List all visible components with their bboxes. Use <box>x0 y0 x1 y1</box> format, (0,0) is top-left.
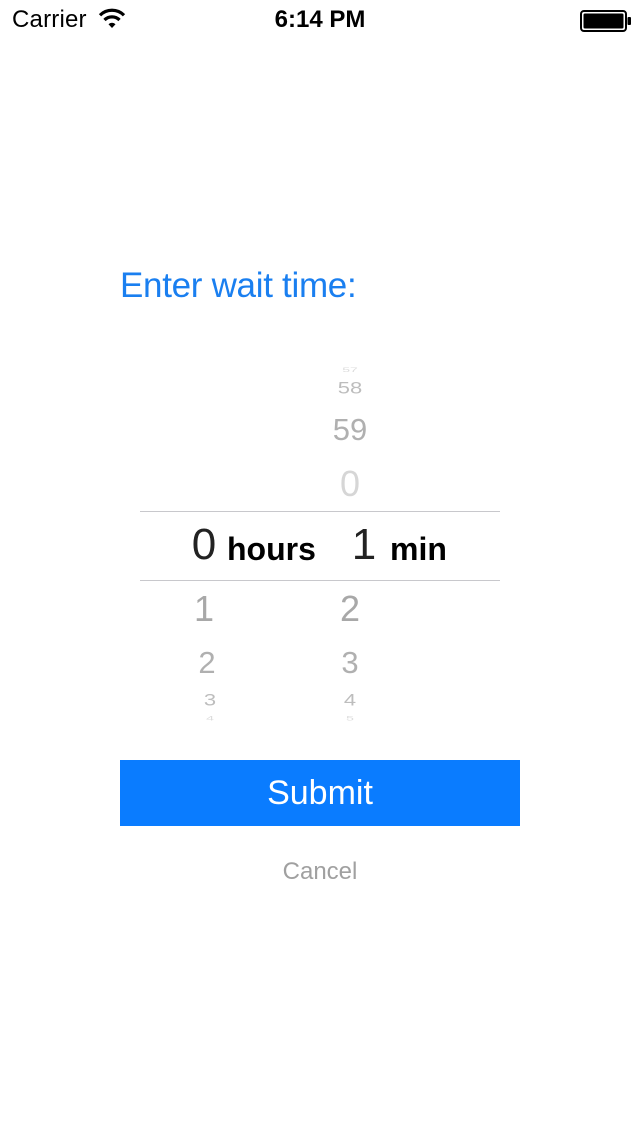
minute-option[interactable]: 4 <box>310 690 390 710</box>
minute-option[interactable]: 57 <box>310 366 390 373</box>
hours-unit-label: hours <box>227 531 316 567</box>
minute-option[interactable]: 2 <box>310 588 390 630</box>
wait-time-picker[interactable]: 57 58 59 0 0 hours 1 min 1 2 3 4 2 3 4 5 <box>140 360 500 722</box>
hour-option[interactable]: 1 <box>164 588 244 630</box>
status-bar: Carrier 6:14 PM <box>0 0 640 40</box>
hour-option[interactable]: 4 <box>170 714 250 721</box>
cancel-button[interactable]: Cancel <box>220 854 420 890</box>
minute-option[interactable]: 3 <box>310 645 390 681</box>
prompt-title: Enter wait time: <box>120 266 357 305</box>
status-time: 6:14 PM <box>274 6 366 33</box>
selection-top-line <box>140 511 500 512</box>
minute-option[interactable]: 59 <box>310 412 390 448</box>
minutes-unit-label: min <box>390 531 447 567</box>
hour-option[interactable]: 3 <box>170 690 250 710</box>
battery-icon <box>580 10 631 32</box>
submit-button[interactable]: Submit <box>120 760 520 826</box>
minute-option[interactable]: 5 <box>310 714 390 721</box>
minute-option[interactable]: 58 <box>310 378 390 398</box>
screen: Carrier 6:14 PM Enter wait time: 57 58 5… <box>0 0 640 1136</box>
hour-option[interactable]: 2 <box>167 645 247 681</box>
selection-bottom-line <box>140 580 500 581</box>
minute-option[interactable]: 0 <box>310 463 390 505</box>
